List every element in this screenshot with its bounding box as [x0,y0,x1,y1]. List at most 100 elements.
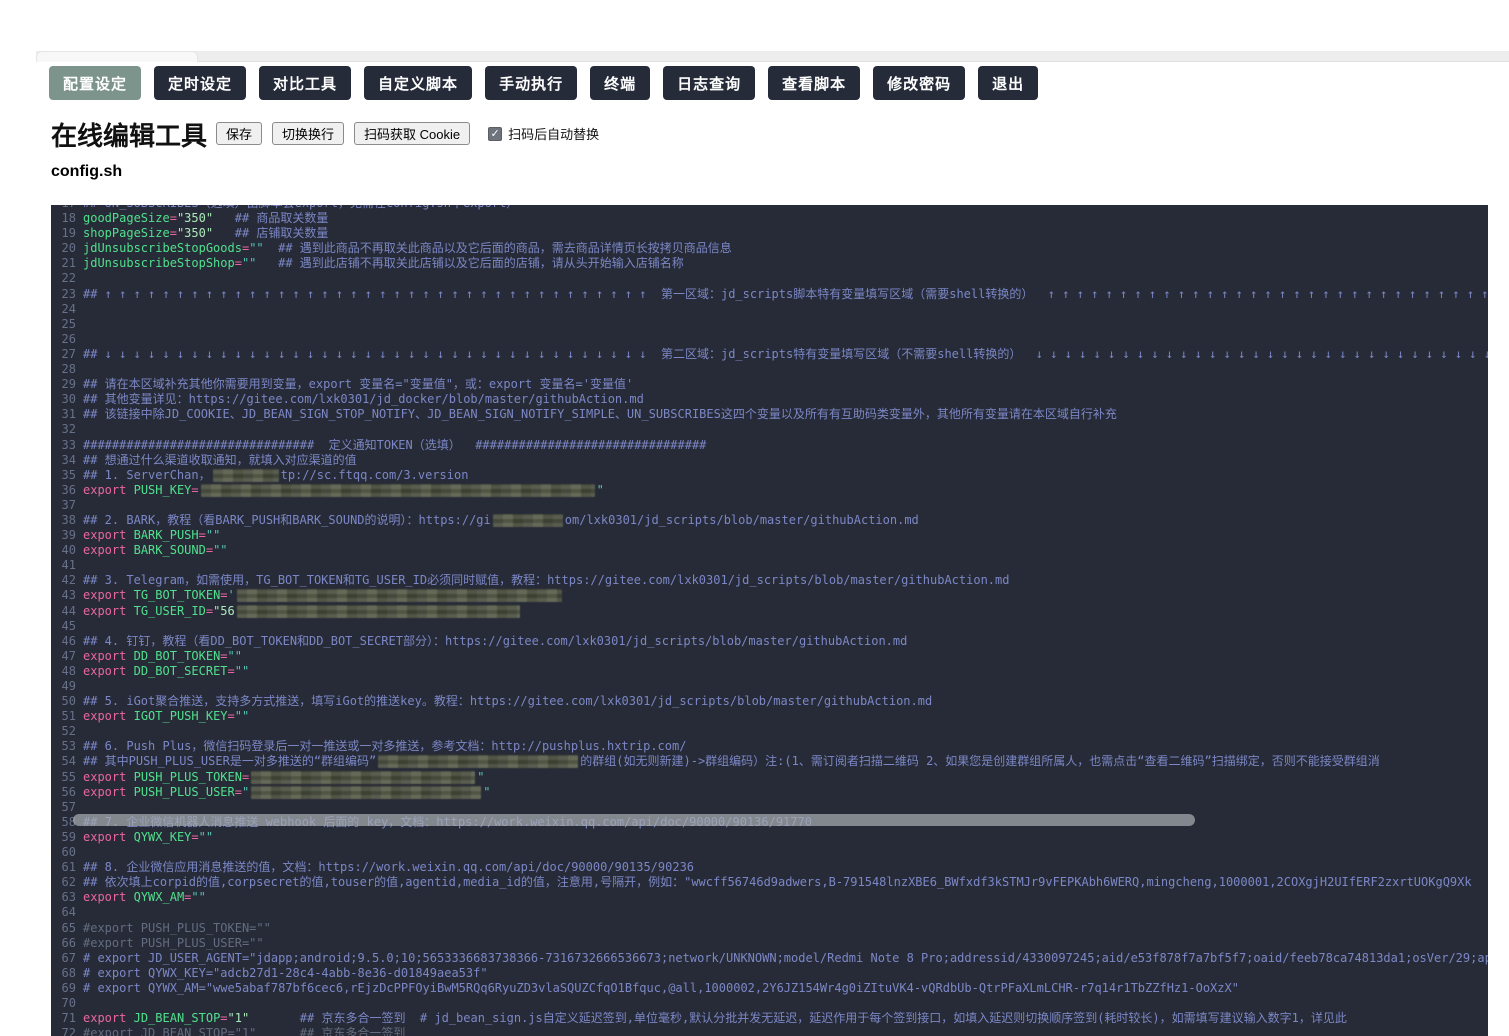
code-token: = [234,784,242,799]
code-line[interactable]: 22 [51,271,1488,286]
main-nav: 配置设定 定时设定 对比工具 自定义脚本 手动执行 终端 日志查询 查看脚本 修改密码 退出 [49,66,1039,100]
nav-terminal[interactable]: 终端 [590,66,651,100]
code-line[interactable]: 32 [51,422,1488,437]
code-line[interactable]: 18 goodPageSize="350" ## 商品取关数量 [51,211,1488,226]
code-line[interactable]: 49 [51,679,1488,694]
code-line[interactable]: 30 ## 其他变量详见：https://gitee.com/lxk0301/jd… [51,392,1488,407]
code-line[interactable]: 44 export TG_USER_ID="56 [51,604,1488,619]
code-line[interactable]: 52 [51,724,1488,739]
code-line[interactable]: 26 [51,332,1488,347]
save-button[interactable]: 保存 [216,122,263,145]
nav-log-query[interactable]: 日志查询 [663,66,756,100]
code-line[interactable]: 37 [51,498,1488,513]
code-line[interactable]: 33 ################################ 定义通知T… [51,438,1488,453]
code-line[interactable]: 23 ## ↑ ↑ ↑ ↑ ↑ ↑ ↑ ↑ ↑ ↑ ↑ ↑ ↑ ↑ ↑ ↑ ↑ ↑… [51,287,1488,302]
nav-view-script[interactable]: 查看脚本 [768,66,861,100]
scan-cookie-button[interactable]: 扫码获取 Cookie [354,122,471,145]
line-number: 47 [61,648,76,663]
code-line[interactable]: 66 #export PUSH_PLUS_USER="" [51,936,1488,951]
code-line[interactable]: 27 ## ↓ ↓ ↓ ↓ ↓ ↓ ↓ ↓ ↓ ↓ ↓ ↓ ↓ ↓ ↓ ↓ ↓ ↓… [51,347,1488,362]
code-line[interactable]: 68 # export QYWX_KEY="adcb27d1-28c4-4abb-… [51,966,1488,981]
code-line[interactable]: 59 export QYWX_KEY="" [51,830,1488,845]
code-token: BARK_SOUND [133,543,206,558]
code-line[interactable]: 70 [51,996,1488,1011]
code-line[interactable]: 65 #export PUSH_PLUS_TOKEN="" [51,921,1488,936]
code-line[interactable]: 42 ## 3. Telegram，如需使用，TG_BOT_TOKEN和TG_US… [51,573,1488,588]
code-line[interactable]: 34 ## 想通过什么渠道收取通知，就填入对应渠道的值 [51,453,1488,468]
code-line[interactable]: 54 ## 其中PUSH_PLUS_USER是一对多推送的“群组编码” 的群组(如无… [51,754,1488,769]
code-line[interactable]: 41 [51,558,1488,573]
code-line[interactable]: 43 export TG_BOT_TOKEN=' [51,588,1488,603]
code-line[interactable]: 28 [51,362,1488,377]
code-line[interactable]: 56 export PUSH_PLUS_USER=" " [51,785,1488,800]
code-line[interactable]: 64 [51,905,1488,920]
code-line[interactable]: 39 export BARK_PUSH="" [51,528,1488,543]
code-line[interactable]: 57 [51,800,1488,815]
code-line[interactable]: 63 export QYWX_AM="" [51,890,1488,905]
line-number: 39 [61,528,76,543]
nav-manual-run[interactable]: 手动执行 [485,66,578,100]
code-editor[interactable]: 17## UN_SUBSCRIBES（选填）由脚本会export，无需在conf… [51,205,1488,1036]
code-line[interactable]: 48 export DD_BOT_SECRET="" [51,664,1488,679]
code-line[interactable]: 53 ## 6. Push Plus，微信扫码登录后一对一推送或一对多推送，参考文… [51,739,1488,754]
line-number: 45 [61,618,76,633]
line-number: 44 [61,603,76,618]
code-token: "" [227,648,242,663]
code-line[interactable]: 45 [51,619,1488,634]
code-line[interactable]: 19 shopPageSize="350" ## 店铺取关数量 [51,226,1488,241]
code-token: ## 依次填上corpid的值,corpsecret的值,touser的值,ag… [83,875,1472,890]
line-number: 46 [61,633,76,648]
code-token: ## 京东多合一签到 # jd_bean_sign.js自定义延迟签到,单位毫秒… [299,1011,1347,1026]
auto-replace-checkbox[interactable]: ✓ 扫码后自动替换 [488,124,599,143]
code-line[interactable]: 35 ## 1. ServerChan， tp://sc.ftqq.com/3.ve… [51,468,1488,483]
checkbox-check-icon[interactable]: ✓ [488,126,503,141]
nav-config[interactable]: 配置设定 [49,66,142,100]
nav-logout[interactable]: 退出 [978,66,1039,100]
code-line[interactable]: 40 export BARK_SOUND="" [51,543,1488,558]
code-line[interactable]: 20 jdUnsubscribeStopGoods="" ## 遇到此商品不再取关… [51,241,1488,256]
line-number: 59 [61,829,76,844]
code-line[interactable]: 60 [51,845,1488,860]
code-line[interactable]: 25 [51,317,1488,332]
code-line[interactable]: 38 ## 2. BARK，教程（看BARK_PUSH和BARK_SOUND的说明… [51,513,1488,528]
code-token: ' [227,588,235,603]
nav-compare[interactable]: 对比工具 [259,66,352,100]
code-line[interactable]: 29 ## 请在本区域补充其他你需要用到变量，export 变量名="变量值"，或… [51,377,1488,392]
code-line[interactable]: 55 export PUSH_PLUS_TOKEN= " [51,770,1488,785]
line-number: 30 [61,392,76,407]
code-line[interactable]: 46 ## 4. 钉钉，教程（看DD_BOT_TOKEN和DD_BOT_SECRE… [51,634,1488,649]
code-line[interactable]: 67 # export JD_USER_AGENT="jdapp;android;… [51,951,1488,966]
code-line[interactable]: 51 export IGOT_PUSH_KEY="" [51,709,1488,724]
code-token: QYWX_KEY [133,829,192,844]
code-token: export [83,829,127,844]
file-name: config.sh [51,163,123,180]
code-line[interactable]: 62 ## 依次填上corpid的值,corpsecret的值,touser的值,… [51,875,1488,890]
code-line[interactable]: 36 export PUSH_KEY= " [51,483,1488,498]
toggle-wrap-button[interactable]: 切换换行 [272,122,345,145]
code-line[interactable]: 47 export DD_BOT_TOKEN="" [51,649,1488,664]
code-line[interactable]: 24 [51,302,1488,317]
horizontal-scrollbar[interactable] [73,814,1195,826]
nav-change-password[interactable]: 修改密码 [873,66,966,100]
code-line[interactable]: 31 ## 该链接中除JD_COOKIE、JD_BEAN_SIGN_STOP_NO… [51,407,1488,422]
code-token: ## 8. 企业微信应用消息推送的值，文档：https://work.weixi… [83,860,695,875]
code-token: = [198,528,206,543]
line-number: 58 [61,814,76,829]
code-token: DD_BOT_TOKEN [133,648,221,663]
code-token: "350" [176,211,214,226]
code-line[interactable]: 71 export JD_BEAN_STOP="1" ## 京东多合一签到 # j… [51,1011,1488,1026]
code-line[interactable]: 61 ## 8. 企业微信应用消息推送的值，文档：https://work.wei… [51,860,1488,875]
nav-schedule[interactable]: 定时设定 [154,66,247,100]
code-line[interactable]: 72 #export JD_BEAN_STOP="1" ## 京东多合一签到 [51,1026,1488,1036]
code-line[interactable]: 50 ## 5. iGot聚合推送，支持多方式推送，填写iGot的推送key。教程… [51,694,1488,709]
code-line[interactable]: 69 # export QYWX_AM="wwe5abaf787bf6cec6,r… [51,981,1488,996]
nav-custom-script[interactable]: 自定义脚本 [364,66,473,100]
code-line[interactable]: 21 jdUnsubscribeStopShop="" ## 遇到此店铺不再取关此… [51,256,1488,271]
line-number: 66 [61,935,76,950]
code-token: IGOT_PUSH_KEY [133,709,228,724]
